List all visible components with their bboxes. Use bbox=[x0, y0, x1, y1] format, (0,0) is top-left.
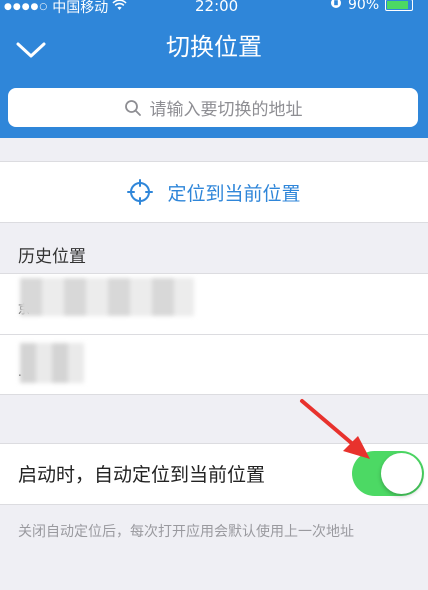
history-item[interactable]: 京 bbox=[0, 274, 428, 335]
battery-percent: 90% bbox=[348, 0, 380, 13]
toggle-knob bbox=[381, 453, 422, 494]
search-placeholder: 请输入要切换的地址 bbox=[149, 100, 303, 120]
search-icon bbox=[124, 99, 141, 116]
top-bar: ●●●●○ 中国移动 22:00 90% 切换位置 请输入要切换的地址 bbox=[0, 0, 428, 138]
signal-strength-icon: ●●●●○ bbox=[4, 2, 49, 12]
blurred-address bbox=[20, 278, 194, 316]
wifi-icon bbox=[112, 0, 127, 15]
history-list: 京 . bbox=[0, 273, 428, 395]
auto-locate-hint: 关闭自动定位后，每次打开应用会默认使用上一次地址 bbox=[18, 524, 354, 540]
locate-current-label: 定位到当前位置 bbox=[167, 182, 301, 205]
clock: 22:00 bbox=[195, 0, 239, 15]
auto-locate-toggle[interactable] bbox=[352, 451, 424, 496]
locate-current-button[interactable]: 定位到当前位置 bbox=[0, 161, 428, 223]
status-right: 90% bbox=[330, 0, 414, 13]
orientation-lock-icon bbox=[330, 0, 342, 13]
auto-locate-label: 启动时，自动定位到当前位置 bbox=[18, 464, 266, 486]
search-input[interactable]: 请输入要切换的地址 bbox=[8, 88, 418, 127]
carrier-label: 中国移动 bbox=[52, 0, 109, 16]
status-bar: ●●●●○ 中国移动 22:00 90% bbox=[0, 0, 428, 16]
signal-group: ●●●●○ 中国移动 bbox=[4, 0, 127, 17]
page-title: 切换位置 bbox=[166, 33, 262, 61]
auto-locate-row: 启动时，自动定位到当前位置 bbox=[0, 443, 428, 505]
history-section-label: 历史位置 bbox=[18, 247, 86, 267]
history-item[interactable]: . bbox=[0, 335, 428, 395]
blurred-address bbox=[20, 343, 84, 383]
battery-icon bbox=[385, 0, 414, 11]
crosshair-icon bbox=[127, 179, 154, 205]
